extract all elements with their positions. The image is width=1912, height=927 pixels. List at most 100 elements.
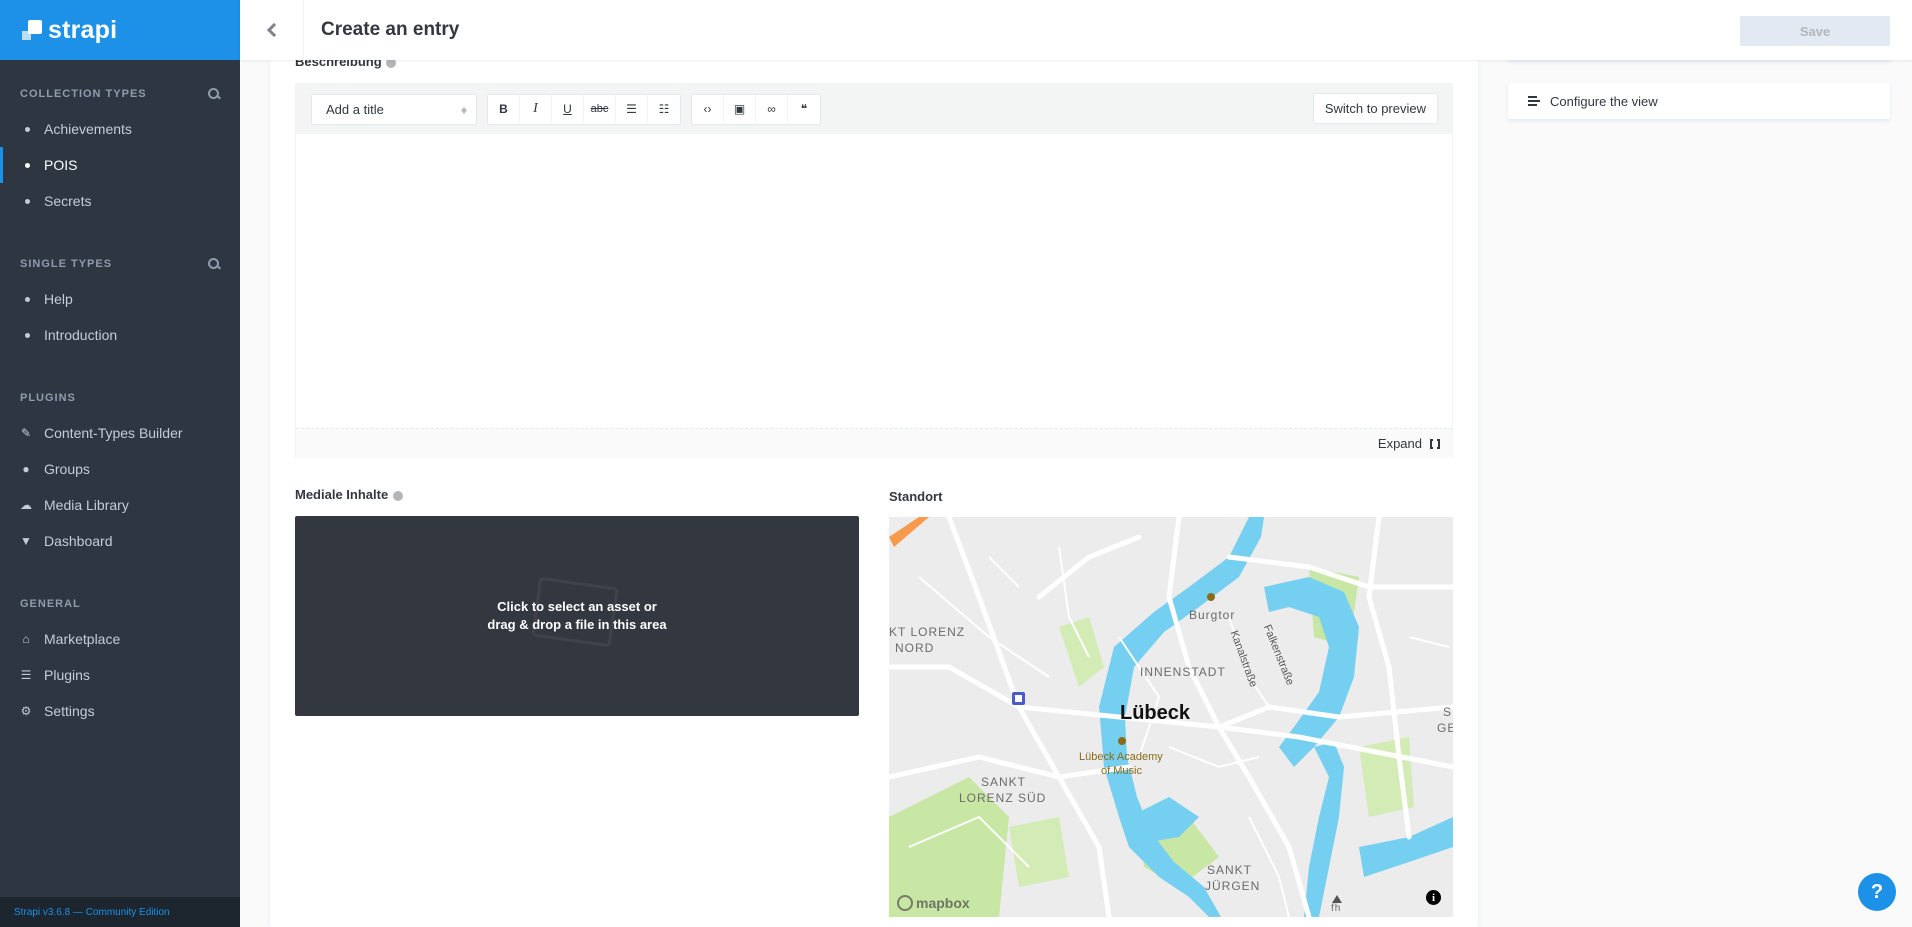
search-icon[interactable] xyxy=(208,88,220,100)
shop-icon: ⌂ xyxy=(22,632,30,646)
version-footer[interactable]: Strapi v3.6.8 — Community Edition xyxy=(0,897,240,927)
switch-to-preview-button[interactable]: Switch to preview xyxy=(1312,93,1438,124)
bullet-icon xyxy=(25,126,30,132)
map-label: Burgtor xyxy=(1189,608,1236,622)
entry-form: Beschreibung Add a title B I U abc ☰ ☷ ‹… xyxy=(270,54,1478,927)
dropzone-line-2: drag & drop a file in this area xyxy=(487,617,667,632)
map-label: NORD xyxy=(895,641,935,655)
sidebar-item-label: Content-Types Builder xyxy=(44,425,183,441)
media-dropzone[interactable]: Click to select an asset or drag & drop … xyxy=(295,516,859,716)
sidebar-item-label: Marketplace xyxy=(44,631,121,647)
brand-header[interactable]: strapi xyxy=(0,0,240,60)
page-header: Create an entry Save xyxy=(240,0,1912,60)
underline-button[interactable]: U xyxy=(552,94,584,124)
strapi-logo[interactable]: strapi xyxy=(22,16,117,45)
save-button[interactable]: Save xyxy=(1740,16,1890,46)
numbered-list-icon: ☷ xyxy=(658,102,670,116)
heading-select-value: Add a title xyxy=(326,101,384,117)
map-label: S xyxy=(1443,705,1453,719)
cloud-upload-icon: ☁ xyxy=(20,498,32,512)
code-button[interactable]: ‹› xyxy=(692,94,724,124)
pin-icon: ▼ xyxy=(20,534,32,548)
italic-button[interactable]: I xyxy=(520,94,552,124)
sidebar-item-label: Secrets xyxy=(44,193,92,209)
brand-name: strapi xyxy=(48,15,118,44)
sidebar-item-label: Settings xyxy=(44,703,95,719)
general-list: ⌂ Marketplace ☰ Plugins ⚙ Settings xyxy=(0,621,240,729)
map-label: LORENZ SÜD xyxy=(959,791,1047,805)
single-types-title: Single Types xyxy=(20,258,113,270)
page-title: Create an entry xyxy=(321,19,460,40)
expand-icon xyxy=(1430,436,1440,451)
strapi-logo-icon xyxy=(22,20,42,40)
mapbox-icon xyxy=(897,895,913,911)
sidebar-item-label: Groups xyxy=(44,461,90,477)
general-heading: General xyxy=(0,594,240,614)
bullet-icon xyxy=(25,162,30,168)
quote-button[interactable]: ❝ xyxy=(788,95,820,124)
heading-select[interactable]: Add a title xyxy=(311,93,477,125)
dropzone-line-1: Click to select an asset or xyxy=(497,599,657,614)
configure-view-link[interactable]: Configure the view xyxy=(1508,83,1890,119)
sidebar-item-achievements[interactable]: Achievements xyxy=(0,111,240,147)
image-button[interactable]: ▣ xyxy=(724,94,756,124)
bold-button[interactable]: B xyxy=(488,94,520,124)
sidebar-item-content-types-builder[interactable]: ✎ Content-Types Builder xyxy=(0,415,240,451)
wysiwyg-editor: Add a title B I U abc ☰ ☷ ‹› ▣ ∞ ❝ Switc… xyxy=(295,83,1453,458)
collection-types-list: Achievements POIS Secrets xyxy=(0,111,240,219)
gear-icon: ⚙ xyxy=(20,704,32,718)
location-label: Standort xyxy=(889,489,943,504)
sidebar-item-label: Introduction xyxy=(44,327,118,343)
map-label: INNENSTADT xyxy=(1140,665,1226,679)
media-label-text: Mediale Inhalte xyxy=(295,487,389,502)
sidebar-item-label: Media Library xyxy=(44,497,129,513)
collection-types-heading: Collection Types xyxy=(0,84,240,104)
single-types-list: Help Introduction xyxy=(0,281,240,353)
layout-icon xyxy=(1528,96,1540,106)
expand-button[interactable]: Expand xyxy=(296,429,1452,458)
search-icon[interactable] xyxy=(208,258,220,270)
sidebar-item-groups[interactable]: ● Groups xyxy=(0,451,240,487)
link-icon: ∞ xyxy=(767,102,776,116)
help-button[interactable]: ? xyxy=(1858,873,1896,911)
mapbox-logo[interactable]: mapbox xyxy=(897,895,970,911)
numbered-list-button[interactable]: ☷ xyxy=(648,95,680,124)
sidebar-item-label: Dashboard xyxy=(44,533,113,549)
users-icon: ● xyxy=(22,462,30,476)
sidebar-item-settings[interactable]: ⚙ Settings xyxy=(0,693,240,729)
sidebar-item-pois[interactable]: POIS xyxy=(0,147,240,183)
sidebar-item-media-library[interactable]: ☁ Media Library xyxy=(0,487,240,523)
media-label: Mediale Inhalte xyxy=(295,487,404,502)
insert-group: ‹› ▣ ∞ ❝ xyxy=(691,93,821,125)
bullet-list-button[interactable]: ☰ xyxy=(616,94,648,124)
plugins-title: Plugins xyxy=(20,392,76,404)
location-map[interactable]: KT LORENZ NORD Burgtor INNENSTADT Lübeck… xyxy=(889,517,1453,917)
sidebar-item-label: POIS xyxy=(44,157,78,173)
sidebar-item-dashboard[interactable]: ▼ Dashboard xyxy=(0,523,240,559)
bullet-icon xyxy=(25,198,30,204)
sidebar-item-marketplace[interactable]: ⌂ Marketplace xyxy=(0,621,240,657)
map-poi-label: Lübeck Academy xyxy=(1079,751,1163,763)
sidebar-item-secrets[interactable]: Secrets xyxy=(0,183,240,219)
map-poi-label: of Music xyxy=(1101,765,1142,777)
collection-types-title: Collection Types xyxy=(20,88,147,100)
general-title: General xyxy=(20,598,81,610)
sidebar-item-introduction[interactable]: Introduction xyxy=(0,317,240,353)
back-button[interactable] xyxy=(240,0,304,60)
sidebar-item-help[interactable]: Help xyxy=(0,281,240,317)
strikethrough-button[interactable]: abc xyxy=(584,94,616,124)
sidebar-item-label: Achievements xyxy=(44,121,132,137)
brush-icon: ✎ xyxy=(20,426,32,440)
sidebar: strapi Collection Types Achievements POI… xyxy=(0,0,240,927)
sidebar-item-plugins[interactable]: ☰ Plugins xyxy=(0,657,240,693)
configure-view-label: Configure the view xyxy=(1550,93,1658,109)
map-label: JÜRGEN xyxy=(1205,879,1261,893)
link-button[interactable]: ∞ xyxy=(756,94,788,124)
map-info-icon[interactable]: i xyxy=(1426,890,1441,905)
info-icon[interactable] xyxy=(393,490,404,501)
bullet-icon xyxy=(25,332,30,338)
editor-textarea[interactable] xyxy=(296,134,1452,429)
bullet-icon xyxy=(25,296,30,302)
code-icon: ‹› xyxy=(703,102,712,116)
plugins-heading: Plugins xyxy=(0,388,240,408)
